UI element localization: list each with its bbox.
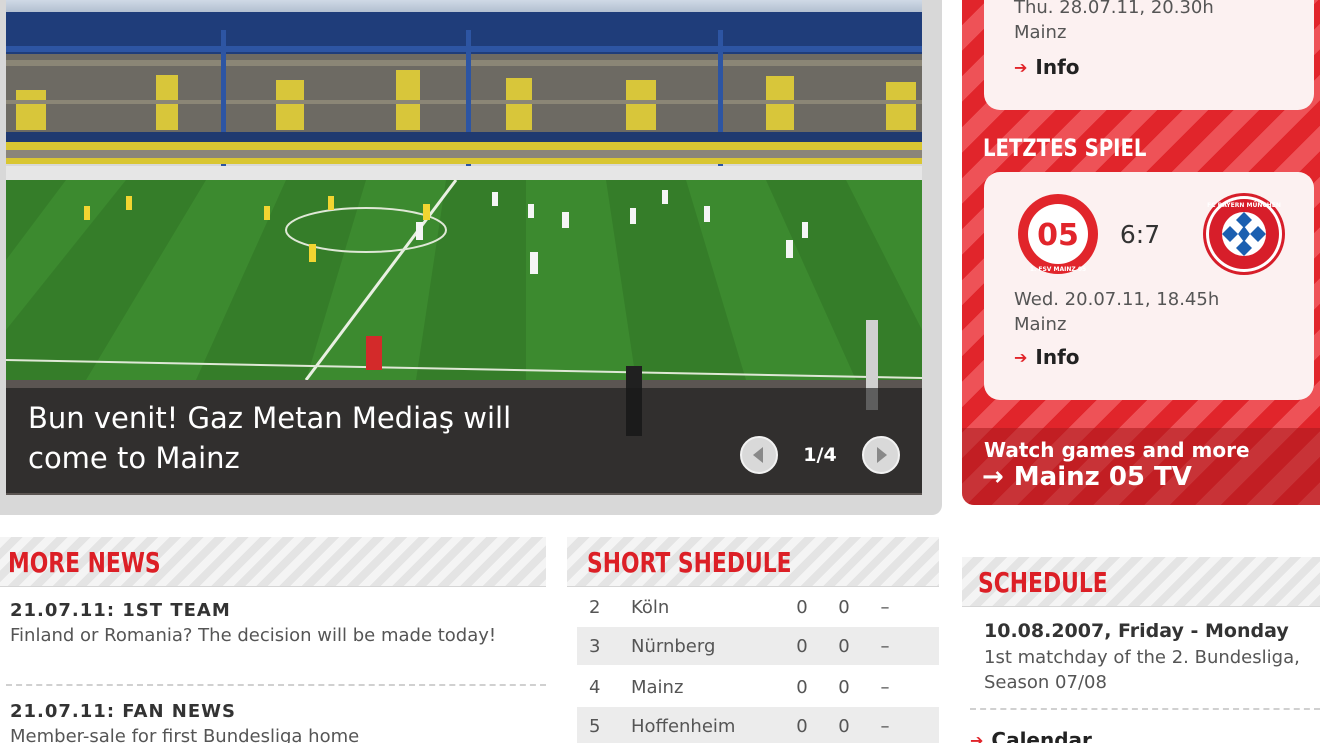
next-match-card: Thu. 28.07.11, 20.30h Mainz ➔ Info	[984, 0, 1314, 110]
news-item-text[interactable]: Member-sale for first Bundesliga home	[10, 724, 545, 743]
mainz-05-crest-icon[interactable]: 05 1. FSV MAINZ 05	[1014, 190, 1102, 278]
short-schedule-header: SHORT SHEDULE	[567, 537, 939, 587]
hero-headline[interactable]: Bun venit! Gaz Metan Mediaş will come to…	[28, 398, 628, 478]
table-team[interactable]: Nürnberg	[613, 636, 781, 657]
calendar-link[interactable]: ➔ Calendar	[970, 728, 1092, 743]
fc-bayern-crest-icon[interactable]: FC BAYERN MÜNCHEN	[1200, 190, 1288, 278]
schedule-description: 1st matchday of the 2. Bundesliga, Seaso…	[984, 647, 1300, 693]
table-team[interactable]: Köln	[613, 597, 781, 618]
last-match-venue: Mainz	[1014, 314, 1067, 335]
next-match-venue: Mainz	[1014, 22, 1067, 43]
svg-text:05: 05	[1037, 218, 1079, 253]
table-rank: 5	[589, 715, 601, 737]
table-row[interactable]: 5 Hoffenheim 0 0 –	[577, 707, 939, 743]
schedule-heading: SCHEDULE	[978, 566, 1108, 599]
hero-pager: 1/4	[740, 436, 900, 474]
mainz-crest-text: 1. FSV MAINZ 05	[1030, 266, 1086, 273]
table-value-b: 0	[838, 596, 850, 618]
hero-headline-line2[interactable]: come to Mainz	[28, 438, 628, 478]
last-match-info-link[interactable]: ➔ Info	[1014, 345, 1080, 369]
next-match-info-label: Info	[1035, 55, 1080, 79]
table-value-b: 0	[838, 715, 850, 737]
table-value-c: –	[880, 596, 890, 618]
table-value-b: 0	[838, 676, 850, 698]
tv-link[interactable]: → Mainz 05 TV	[982, 462, 1192, 492]
table-row[interactable]: 3 Nürnberg 0 0 –	[577, 627, 939, 665]
tv-link-label: Mainz 05 TV	[1013, 462, 1192, 492]
table-row[interactable]: 2 Köln 0 0 –	[577, 588, 939, 626]
next-slide-button[interactable]	[862, 436, 900, 474]
bayern-crest-text: FC BAYERN MÜNCHEN	[1207, 202, 1281, 209]
table-value-c: –	[880, 635, 890, 657]
last-match-date: Wed. 20.07.11, 18.45h	[1014, 289, 1220, 310]
table-value-c: –	[880, 676, 890, 698]
news-item-head[interactable]: 21.07.11: 1ST TEAM	[10, 599, 545, 623]
schedule-date: 10.08.2007, Friday - Monday	[984, 620, 1289, 642]
more-news-heading: MORE NEWS	[8, 546, 161, 579]
more-news-header: MORE NEWS	[0, 537, 546, 587]
chevron-right-icon	[877, 447, 887, 463]
table-value-a: 0	[796, 676, 808, 698]
slide-counter: 1/4	[803, 444, 837, 466]
table-value-a: 0	[796, 596, 808, 618]
hero-caption: Bun venit! Gaz Metan Mediaş will come to…	[6, 388, 922, 493]
table-value-a: 0	[796, 715, 808, 737]
mainz-tv-banner[interactable]: Watch games and more → Mainz 05 TV	[962, 428, 1320, 505]
table-rank: 3	[589, 635, 601, 657]
arrow-right-icon: ➔	[1014, 347, 1028, 367]
tv-tagline: Watch games and more	[984, 438, 1250, 462]
news-divider	[6, 684, 546, 686]
arrow-right-icon: ➔	[1014, 57, 1028, 77]
arrow-right-icon: →	[982, 462, 1004, 492]
schedule-date-bold: 10.08.2007, Friday	[984, 620, 1184, 642]
news-item[interactable]: 21.07.11: 1ST TEAM Finland or Romania? T…	[10, 599, 545, 648]
table-value-b: 0	[838, 635, 850, 657]
match-panel: Thu. 28.07.11, 20.30h Mainz ➔ Info LETZT…	[962, 0, 1320, 505]
table-team[interactable]: Mainz	[613, 677, 781, 698]
calendar-link-label: Calendar	[991, 728, 1092, 743]
hero-headline-line1[interactable]: Bun venit! Gaz Metan Mediaş will	[28, 398, 628, 438]
next-match-date: Thu. 28.07.11, 20.30h	[1014, 0, 1214, 18]
table-rank: 4	[589, 676, 601, 698]
table-value-a: 0	[796, 635, 808, 657]
table-row[interactable]: 4 Mainz 0 0 –	[577, 668, 939, 706]
news-item[interactable]: 21.07.11: FAN NEWS Member-sale for first…	[10, 700, 545, 743]
previous-slide-button[interactable]	[740, 436, 778, 474]
schedule-divider	[970, 708, 1320, 710]
chevron-left-icon	[753, 447, 763, 463]
page: Bun venit! Gaz Metan Mediaş will come to…	[0, 0, 1320, 743]
next-match-info-link[interactable]: ➔ Info	[1014, 55, 1080, 79]
last-match-info-label: Info	[1035, 345, 1080, 369]
arrow-right-icon: ➔	[970, 730, 984, 743]
table-team[interactable]: Hoffenheim	[613, 716, 781, 737]
table-value-c: –	[880, 715, 890, 737]
news-item-text[interactable]: Finland or Romania? The decision will be…	[10, 623, 545, 648]
last-match-heading: LETZTES SPIEL	[983, 134, 1147, 162]
schedule-header: SCHEDULE	[962, 557, 1320, 607]
news-item-head[interactable]: 21.07.11: FAN NEWS	[10, 700, 545, 724]
table-rank: 2	[589, 596, 601, 618]
last-match-score: 6:7	[1119, 220, 1161, 249]
last-match-card: 05 1. FSV MAINZ 05 6:7 FC BAYERN MÜNCHEN…	[984, 172, 1314, 400]
hero-slider[interactable]: Bun venit! Gaz Metan Mediaş will come to…	[0, 0, 942, 515]
short-schedule-heading: SHORT SHEDULE	[587, 546, 792, 579]
schedule-date-rest: - Monday	[1183, 620, 1289, 642]
